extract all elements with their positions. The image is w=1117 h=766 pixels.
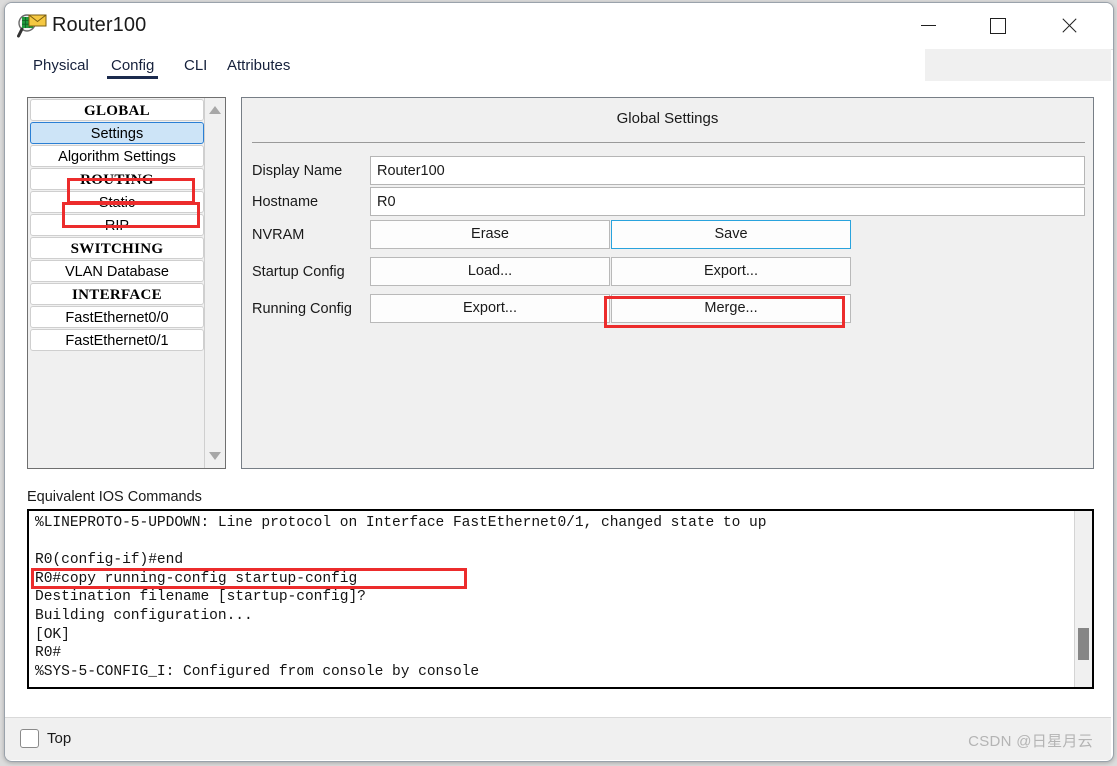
ios-commands-label: Equivalent IOS Commands	[27, 489, 202, 505]
console-scrollbar[interactable]	[1074, 511, 1092, 687]
maximize-icon	[990, 17, 1006, 34]
sidebar-scrollbar[interactable]	[204, 98, 225, 468]
running-config-merge-button[interactable]: Merge...	[611, 294, 851, 323]
nvram-save-button[interactable]: Save	[611, 220, 851, 249]
panel-title: Global Settings	[616, 110, 719, 127]
row-nvram: NVRAM Erase Save	[252, 220, 1085, 250]
sidebar-item-vlan-database[interactable]: VLAN Database	[30, 260, 204, 282]
close-icon	[1060, 17, 1077, 34]
running-config-label: Running Config	[252, 301, 352, 317]
window-title: Router100	[52, 14, 147, 36]
ios-console[interactable]: %LINEPROTO-5-UPDOWN: Line protocol on In…	[27, 509, 1094, 689]
display-name-label: Display Name	[252, 163, 343, 179]
minimize-button[interactable]	[897, 3, 959, 48]
config-sidebar: GLOBAL Settings Algorithm Settings ROUTI…	[27, 97, 226, 469]
sidebar-header-routing: ROUTING	[30, 168, 204, 190]
sidebar-item-static[interactable]: Static	[30, 191, 204, 213]
display-name-input[interactable]	[370, 156, 1085, 185]
tab-strip: Physical Config CLI Attributes	[5, 49, 1111, 81]
row-display-name: Display Name	[252, 156, 1085, 186]
sidebar-header-interface: INTERFACE	[30, 283, 204, 305]
screen-root: Router100 Physical Config CLI Attributes	[0, 0, 1117, 766]
sidebar-item-settings[interactable]: Settings	[30, 122, 204, 144]
running-config-export-button[interactable]: Export...	[370, 294, 610, 323]
startup-config-load-button[interactable]: Load...	[370, 257, 610, 286]
sidebar-list: GLOBAL Settings Algorithm Settings ROUTI…	[28, 98, 206, 468]
global-settings-panel: Global Settings Display Name Hostname NV…	[241, 97, 1094, 469]
startup-config-export-button[interactable]: Export...	[611, 257, 851, 286]
tab-cli[interactable]: CLI	[178, 49, 213, 81]
scroll-down-arrow-icon[interactable]	[209, 452, 221, 460]
scroll-up-arrow-icon[interactable]	[209, 106, 221, 114]
sidebar-item-algorithm-settings[interactable]: Algorithm Settings	[30, 145, 204, 167]
row-running-config: Running Config Export... Merge...	[252, 294, 1085, 324]
config-body: GLOBAL Settings Algorithm Settings ROUTI…	[5, 81, 1111, 717]
router-config-window: Router100 Physical Config CLI Attributes	[4, 2, 1114, 762]
panel-divider	[252, 142, 1085, 143]
hostname-input[interactable]	[370, 187, 1085, 216]
minimize-icon	[920, 25, 936, 26]
console-scrollbar-thumb[interactable]	[1078, 628, 1089, 660]
sidebar-item-rip[interactable]: RIP	[30, 214, 204, 236]
top-checkbox-label[interactable]: Top	[47, 729, 71, 748]
close-button[interactable]	[1037, 3, 1099, 48]
sidebar-header-global: GLOBAL	[30, 99, 204, 121]
sidebar-item-fastethernet0-0[interactable]: FastEthernet0/0	[30, 306, 204, 328]
ios-console-text: %LINEPROTO-5-UPDOWN: Line protocol on In…	[35, 515, 767, 680]
row-startup-config: Startup Config Load... Export...	[252, 257, 1085, 287]
window-footer: Top CSDN @日星月云	[5, 717, 1111, 760]
tab-physical[interactable]: Physical	[27, 49, 95, 81]
packet-tracer-inspect-icon	[17, 14, 47, 38]
row-hostname: Hostname	[252, 187, 1085, 217]
sidebar-header-switching: SWITCHING	[30, 237, 204, 259]
tab-config[interactable]: Config	[105, 49, 160, 81]
nvram-erase-button[interactable]: Erase	[370, 220, 610, 249]
sidebar-item-fastethernet0-1[interactable]: FastEthernet0/1	[30, 329, 204, 351]
maximize-button[interactable]	[967, 3, 1029, 48]
window-titlebar: Router100	[5, 3, 1113, 50]
csdn-watermark: CSDN @日星月云	[968, 733, 1093, 750]
startup-config-label: Startup Config	[252, 264, 345, 280]
hostname-label: Hostname	[252, 194, 319, 210]
nvram-label: NVRAM	[252, 227, 305, 243]
top-checkbox[interactable]	[20, 729, 39, 748]
tab-attributes[interactable]: Attributes	[221, 49, 296, 81]
